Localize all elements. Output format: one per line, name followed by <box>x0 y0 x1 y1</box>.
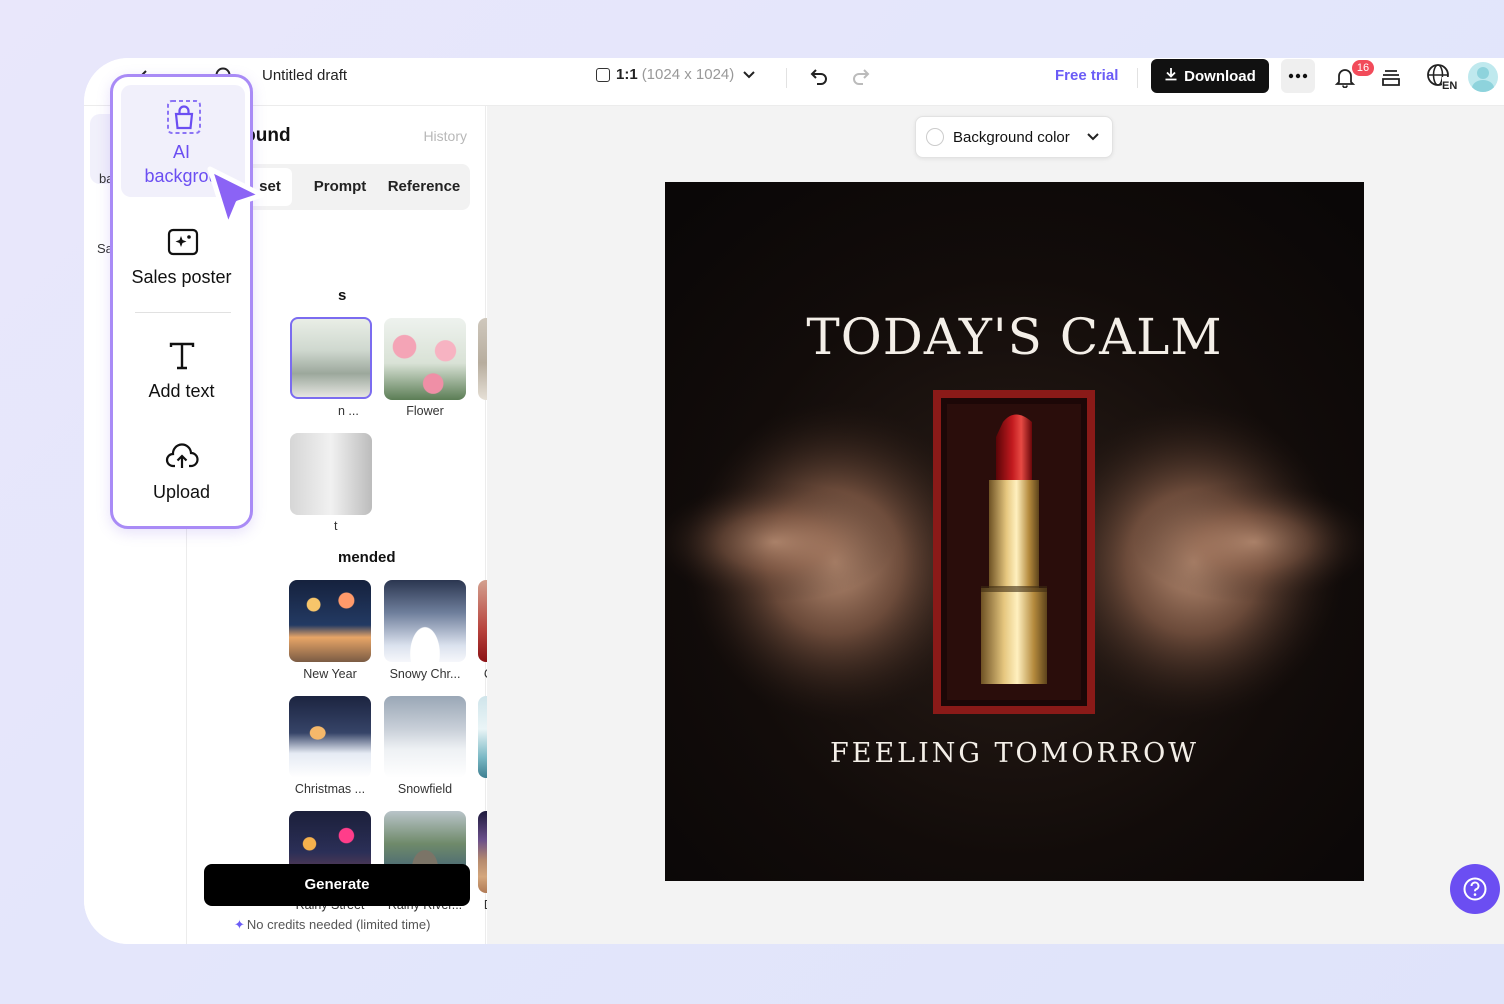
poster-headline[interactable]: TODAY'S CALM <box>665 308 1364 366</box>
tool-label-upload[interactable]: Upload <box>113 482 250 503</box>
canvas-area: Background color TODAY'S CALM FEELING TO… <box>487 106 1504 944</box>
svg-text:EN: EN <box>1442 80 1457 92</box>
color-swatch <box>926 128 944 146</box>
download-button[interactable]: Download <box>1151 59 1269 93</box>
download-icon <box>1164 67 1178 85</box>
tab-reference[interactable]: Reference <box>380 168 468 206</box>
preset-thumbnail[interactable] <box>290 433 372 515</box>
top-bar: Untitled draft 1:1 (1024 x 1024) Free tr… <box>84 58 1504 106</box>
background-color-label: Background color <box>953 128 1070 146</box>
undo-icon[interactable] <box>807 64 831 88</box>
preset-label: n ... <box>338 404 359 418</box>
ai-bag-icon <box>166 99 202 140</box>
recommended-label: New Year <box>303 667 357 681</box>
divider <box>786 68 787 88</box>
sparkle-icon: ✦ <box>234 917 245 932</box>
preset-label: t <box>334 519 338 533</box>
chevron-down-icon <box>1086 129 1100 146</box>
recommended-thumbnail[interactable] <box>384 696 466 778</box>
document-title[interactable]: Untitled draft <box>262 67 347 84</box>
recommended-label: Snowy Chr... <box>389 667 461 681</box>
history-link[interactable]: History <box>423 128 467 144</box>
app-window: Untitled draft 1:1 (1024 x 1024) Free tr… <box>84 58 1504 944</box>
design-artboard[interactable]: TODAY'S CALM FEELING TOMORROW <box>665 182 1364 881</box>
lipstick-poster-image <box>665 182 1364 881</box>
divider <box>135 312 231 313</box>
recommended-thumbnail[interactable] <box>289 580 371 662</box>
recommended-thumbnail[interactable] <box>384 580 466 662</box>
recommended-thumbnail[interactable] <box>289 696 371 778</box>
poster-subheadline[interactable]: FEELING TOMORROW <box>665 738 1364 769</box>
section-label-presets: s <box>338 287 347 304</box>
preset-thumbnail[interactable] <box>384 318 466 400</box>
help-button[interactable] <box>1450 864 1500 914</box>
layers-icon[interactable] <box>1378 64 1404 90</box>
recommended-label: Snowfield <box>397 782 453 796</box>
background-color-dropdown[interactable]: Background color <box>915 116 1113 158</box>
text-icon[interactable] <box>167 341 197 376</box>
canvas-size-dropdown[interactable]: 1:1 (1024 x 1024) <box>596 66 756 83</box>
generate-button[interactable]: Generate <box>204 864 470 906</box>
size-ratio: 1:1 <box>616 66 638 83</box>
size-dimensions: (1024 x 1024) <box>641 66 735 83</box>
question-icon <box>1463 877 1487 901</box>
square-icon <box>596 67 610 82</box>
globe-language-icon[interactable]: EN <box>1424 62 1458 92</box>
chevron-down-icon <box>742 67 756 83</box>
pointer-cursor-icon <box>204 165 268 240</box>
tool-label-add-text[interactable]: Add text <box>113 381 250 402</box>
section-label-recommended: mended <box>338 549 396 566</box>
preset-label: Flower <box>406 404 444 418</box>
redo-icon[interactable] <box>849 64 873 88</box>
recommended-label: Christmas ... <box>294 782 366 796</box>
tool-label-sales-poster[interactable]: Sales poster <box>113 267 250 288</box>
tab-prompt[interactable]: Prompt <box>300 168 380 206</box>
upload-cloud-icon[interactable] <box>165 441 199 476</box>
divider <box>1137 68 1138 88</box>
sales-poster-icon[interactable] <box>167 227 199 262</box>
tools-popover: AI backgrou Sales poster Add text Upload <box>110 74 253 529</box>
tool-label-ai-background-line1: AI <box>172 142 190 162</box>
more-options-button[interactable] <box>1281 59 1315 93</box>
credits-note: ✦ No credits needed (limited time) <box>234 917 430 933</box>
free-trial-link[interactable]: Free trial <box>1055 67 1118 84</box>
download-label: Download <box>1184 67 1256 85</box>
user-avatar[interactable] <box>1468 62 1498 92</box>
preset-thumbnail[interactable] <box>290 317 372 399</box>
credits-text: No credits needed (limited time) <box>246 917 431 932</box>
notification-badge: 16 <box>1352 60 1374 76</box>
